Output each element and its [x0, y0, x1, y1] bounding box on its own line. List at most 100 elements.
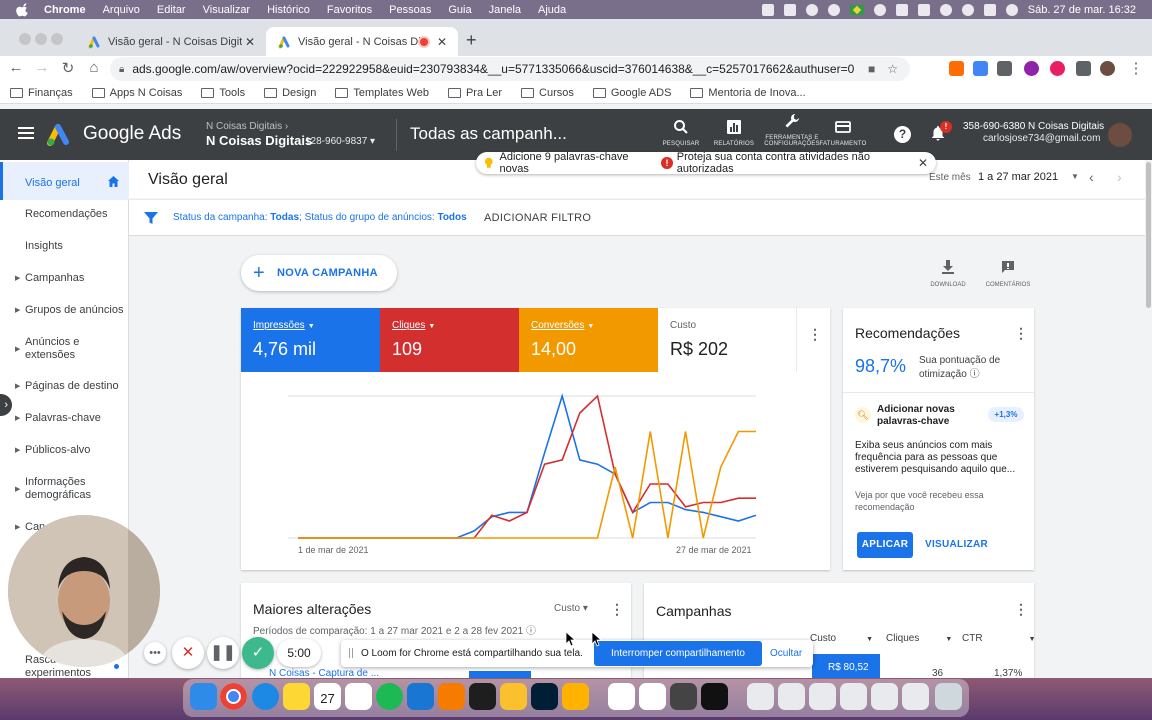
- scrollbar-thumb[interactable]: [1146, 162, 1151, 308]
- window-close-button[interactable]: [19, 33, 31, 45]
- more-options-icon[interactable]: ⋮: [808, 326, 822, 343]
- slack-icon[interactable]: [639, 683, 666, 710]
- bookmark-google-ads[interactable]: Google ADS: [592, 87, 671, 99]
- finder-icon[interactable]: [190, 683, 217, 710]
- chrome-menu-icon[interactable]: ⋮: [1126, 59, 1146, 77]
- sublime-icon[interactable]: [438, 683, 465, 710]
- tab-overview-2[interactable]: Visão geral - N Coisas Digi ✕: [266, 27, 458, 56]
- tab-overview-1[interactable]: Visão geral - N Coisas Digitais ✕: [76, 27, 266, 56]
- url-text[interactable]: ads.google.com/aw/overview?ocid=22292295…: [132, 62, 868, 76]
- menu-app-name[interactable]: Chrome: [44, 4, 86, 16]
- star-icon[interactable]: ☆: [887, 62, 898, 76]
- spotlight-icon[interactable]: [961, 3, 974, 16]
- menu-guia[interactable]: Guia: [448, 4, 471, 16]
- lock-icon[interactable]: 🔒︎: [119, 64, 124, 75]
- sidebar-item-campaigns[interactable]: ▶ Campanhas: [0, 272, 129, 285]
- notion-tray-icon[interactable]: [783, 3, 796, 16]
- metric-impressions[interactable]: Impressões ▼ 4,76 mil: [241, 308, 380, 372]
- view-button[interactable]: VISUALIZAR: [925, 532, 988, 558]
- notes-icon[interactable]: [283, 683, 310, 710]
- back-icon[interactable]: ←: [6, 59, 26, 76]
- trash-icon[interactable]: [935, 683, 962, 710]
- help-icon[interactable]: ?: [894, 126, 911, 143]
- calendar-icon[interactable]: 27: [314, 683, 341, 710]
- address-bar[interactable]: 🔒︎ ads.google.com/aw/overview?ocid=22292…: [110, 57, 910, 81]
- avatar[interactable]: [1108, 123, 1132, 147]
- sidebar-item-keywords[interactable]: ▶ Palavras-chave: [0, 412, 129, 425]
- notion-icon[interactable]: [608, 683, 635, 710]
- menu-visualizar[interactable]: Visualizar: [203, 4, 251, 16]
- column-header-clicks[interactable]: Cliques ▼: [886, 633, 952, 644]
- column-header-ctr[interactable]: CTR ▼: [962, 633, 1036, 644]
- loom-webcam-bubble[interactable]: [8, 515, 160, 667]
- forward-icon[interactable]: →: [32, 59, 52, 76]
- document-thumbnail-icon[interactable]: [902, 683, 929, 710]
- menu-clock[interactable]: Sáb. 27 de mar. 16:32: [1028, 4, 1136, 16]
- bookmark-pra-ler[interactable]: Pra Ler: [447, 87, 502, 99]
- sidebar-item-recommendations[interactable]: Recomendações: [0, 208, 129, 221]
- window-minimize-button[interactable]: [35, 33, 47, 45]
- menu-historico[interactable]: Histórico: [267, 4, 310, 16]
- extensions-puzzle-icon[interactable]: [1076, 61, 1091, 76]
- loom-finish-icon[interactable]: ✓: [242, 637, 274, 669]
- stop-sharing-button[interactable]: Interromper compartilhamento: [594, 641, 762, 666]
- hide-button[interactable]: Ocultar: [770, 648, 802, 659]
- menu-pessoas[interactable]: Pessoas: [389, 4, 431, 16]
- drag-handle-icon[interactable]: [349, 648, 353, 658]
- loom-more-icon[interactable]: •••: [144, 642, 166, 664]
- tool-search[interactable]: PESQUISAR: [651, 119, 711, 147]
- apple-icon[interactable]: [16, 2, 30, 17]
- date-next-icon[interactable]: ›: [1117, 169, 1122, 185]
- bookmark-tools[interactable]: Tools: [201, 87, 245, 99]
- extension-2-icon[interactable]: [973, 61, 988, 76]
- system-preferences-icon[interactable]: [670, 683, 697, 710]
- apply-button[interactable]: APLICAR: [857, 532, 913, 558]
- figma-icon[interactable]: [469, 683, 496, 710]
- sidebar-item-ad-groups[interactable]: ▶ Grupos de anúncios: [0, 304, 129, 317]
- sidebar-item-landing-pages[interactable]: ▶ Páginas de destino: [0, 380, 129, 393]
- bluetooth-icon[interactable]: [895, 3, 908, 16]
- apple-tv-icon[interactable]: [701, 683, 728, 710]
- comments-button[interactable]: COMENTÁRIOS: [978, 260, 1038, 288]
- bookmark-cursos[interactable]: Cursos: [521, 87, 574, 99]
- document-thumbnail-icon[interactable]: [778, 683, 805, 710]
- wifi-icon[interactable]: [939, 3, 952, 16]
- menu-editar[interactable]: Editar: [157, 4, 186, 16]
- transmit-icon[interactable]: [562, 683, 589, 710]
- date-dropdown-icon[interactable]: ▼: [1071, 172, 1079, 181]
- camera-icon[interactable]: ■: [868, 62, 875, 76]
- sidebar-item-insights[interactable]: Insights: [0, 240, 129, 253]
- extension-1-icon[interactable]: [949, 61, 964, 76]
- date-range-value[interactable]: 1 a 27 mar 2021: [978, 171, 1058, 183]
- add-filter-button[interactable]: ADICIONAR FILTRO: [484, 212, 591, 224]
- control-center-icon[interactable]: [983, 3, 996, 16]
- document-thumbnail-icon[interactable]: [747, 683, 774, 710]
- siri-icon[interactable]: [1005, 3, 1018, 16]
- campaign-scope-title[interactable]: Todas as campanh...: [410, 124, 567, 144]
- reminders-icon[interactable]: [345, 683, 372, 710]
- battery-icon[interactable]: [917, 3, 930, 16]
- new-tab-icon[interactable]: +: [466, 30, 477, 51]
- menu-ajuda[interactable]: Ajuda: [538, 4, 566, 16]
- more-options-icon[interactable]: ⋮: [1014, 601, 1028, 618]
- extension-4-icon[interactable]: [1024, 61, 1039, 76]
- vscode-icon[interactable]: [407, 683, 434, 710]
- download-button[interactable]: DOWNLOAD: [918, 260, 978, 288]
- reload-icon[interactable]: ↻: [58, 59, 78, 77]
- bookmark-financas[interactable]: Finanças: [10, 87, 73, 99]
- menu-favoritos[interactable]: Favoritos: [327, 4, 372, 16]
- loom-tray-icon[interactable]: [805, 3, 818, 16]
- metric-conversions[interactable]: Conversões ▼ 14,00: [519, 308, 658, 372]
- document-thumbnail-icon[interactable]: [840, 683, 867, 710]
- profile-avatar-icon[interactable]: [1100, 61, 1115, 76]
- window-zoom-button[interactable]: [51, 33, 63, 45]
- document-thumbnail-icon[interactable]: [871, 683, 898, 710]
- menu-arquivo[interactable]: Arquivo: [103, 4, 140, 16]
- photoshop-icon[interactable]: [531, 683, 558, 710]
- account-parent[interactable]: N Coisas Digitais ›: [206, 121, 288, 132]
- account-name[interactable]: N Coisas Digitais: [206, 133, 312, 148]
- extension-3-icon[interactable]: [997, 61, 1012, 76]
- tool-billing[interactable]: FATURAMENTO: [813, 119, 873, 147]
- bookmark-mentoria[interactable]: Mentoria de Inova...: [690, 87, 806, 99]
- play-icon[interactable]: [827, 3, 840, 16]
